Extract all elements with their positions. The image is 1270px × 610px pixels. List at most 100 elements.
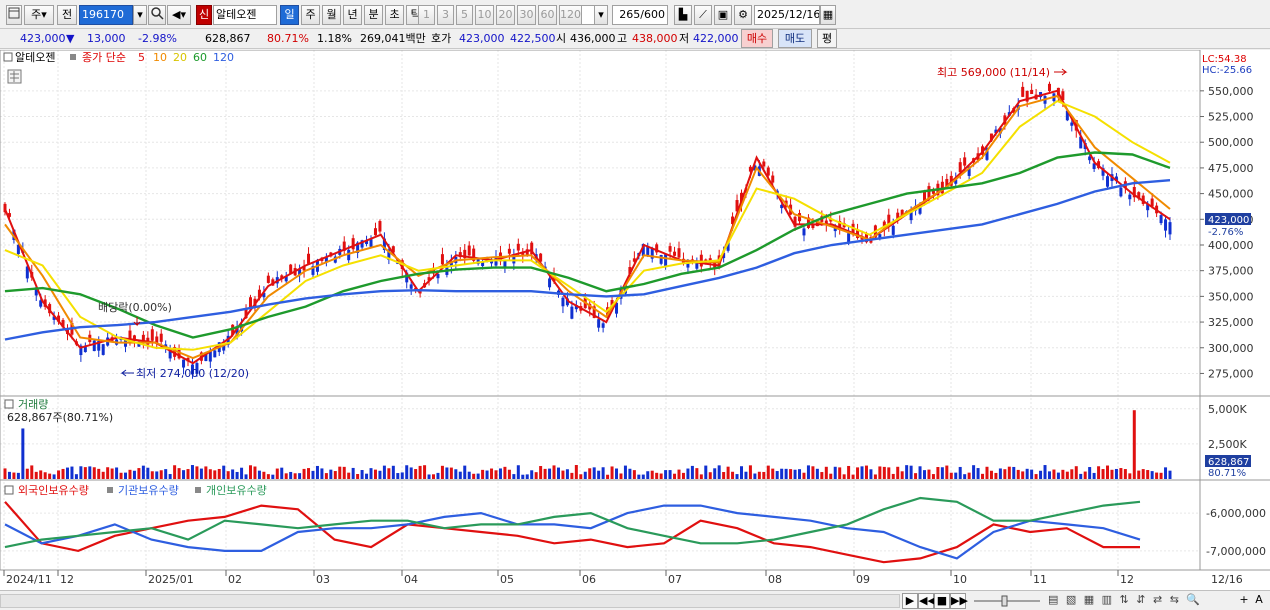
volume-bar (824, 466, 828, 479)
volume-bar (226, 471, 230, 479)
period-week-select[interactable]: 주▾ (24, 5, 54, 25)
volume-bar (972, 465, 976, 479)
zoom-slider[interactable] (972, 593, 1042, 609)
date-input[interactable]: 2025/12/16 (754, 5, 820, 25)
volume-bar (25, 468, 29, 479)
volume-bar (463, 465, 467, 479)
chart-type-icon[interactable]: ▙ (674, 5, 692, 25)
chart-canvas[interactable]: 550,000525,000500,000475,000450,000425,0… (0, 49, 1270, 590)
eval-button[interactable]: 평 (817, 29, 837, 48)
interval-button-5[interactable]: 5 (456, 5, 473, 25)
ma-line-60 (4, 151, 1171, 339)
code-dropdown-icon[interactable]: ▾ (133, 5, 147, 25)
settings-gear-icon[interactable]: ⚙ (734, 5, 752, 25)
volume-bar (900, 471, 904, 479)
candle-body (958, 162, 962, 173)
period-tab-0[interactable]: 일 (280, 5, 299, 25)
stock-chart[interactable]: 550,000525,000500,000475,000450,000425,0… (0, 49, 1270, 590)
volume-bar (673, 473, 677, 479)
legend-bullet-icon (70, 54, 76, 60)
volume-bar (592, 467, 596, 479)
volume-bar (284, 473, 288, 479)
volume-bar (762, 471, 766, 479)
prev-button[interactable]: 전 (57, 5, 77, 25)
interval-button-120[interactable]: 120 (559, 5, 582, 25)
volume-bar (1012, 466, 1016, 479)
font-size-icon[interactable]: A (1252, 593, 1266, 609)
rewind-icon[interactable]: ◀◀ (918, 593, 936, 609)
volume-bar (735, 474, 739, 479)
play-icon[interactable]: ▶ (902, 593, 918, 609)
volume-bar (342, 466, 346, 479)
volume-bar (199, 468, 203, 479)
volume-bar (128, 469, 132, 479)
panel-toggle-icon[interactable] (3, 52, 13, 62)
window-menu-icon[interactable] (6, 5, 22, 25)
volume-bar (1016, 469, 1020, 479)
count-input[interactable]: 265/600 (612, 5, 668, 25)
candle-body (1030, 89, 1034, 94)
volume-panel-toggle-icon[interactable] (4, 399, 14, 409)
interval-button-60[interactable]: 60 (538, 5, 557, 25)
volume-bar (958, 466, 962, 479)
volume-bar (1070, 469, 1074, 479)
volume-bar (539, 466, 543, 479)
horizontal-scrollbar[interactable] (0, 594, 900, 608)
tool-icons[interactable]: ▤ ▧ ▦ ▥ ⇅ ⇵ ⇄ ⇆ 🔍 (1048, 593, 1238, 609)
volume-bar (177, 468, 181, 479)
draw-tool-icon[interactable]: ⟋ (694, 5, 712, 25)
volume-bar (168, 474, 172, 479)
status-bar: ▶ ◀◀ ■ ▶▶ ▤ ▧ ▦ ▥ ⇅ ⇵ ⇄ ⇆ 🔍 + A (0, 590, 1270, 610)
volume-bar (289, 471, 293, 479)
candle-body (762, 161, 766, 167)
volume-bar (423, 465, 427, 479)
buy-button[interactable]: 매수 (741, 29, 773, 48)
ma10-legend: 10 (153, 51, 167, 64)
interval-button-3[interactable]: 3 (437, 5, 454, 25)
volume-bar (851, 474, 855, 479)
ma120-legend: 120 (213, 51, 234, 64)
toolbar: 주▾ 전 196170 ▾ ◀▾ 신 알테오젠 ▾ 265/600 ▙ ⟋ ▣ … (0, 0, 1270, 29)
volume-bar (681, 472, 685, 479)
volume-bar (101, 471, 105, 479)
calendar-icon[interactable]: ▦ (820, 5, 836, 25)
interval-button-10[interactable]: 10 (475, 5, 494, 25)
volume-bar (1003, 469, 1007, 479)
interval-button-30[interactable]: 30 (517, 5, 536, 25)
volume-bar (748, 465, 752, 479)
volume-bar (918, 466, 922, 479)
candle-body (1021, 86, 1025, 97)
volume-bar (92, 467, 96, 479)
sell-button[interactable]: 매도 (778, 29, 812, 48)
speaker-icon[interactable]: ◀▾ (167, 5, 191, 25)
stock-name-field[interactable]: 알테오젠 (213, 5, 277, 25)
period-tab-4[interactable]: 분 (364, 5, 383, 25)
interval-button-20[interactable]: 20 (496, 5, 515, 25)
volume-bar (556, 467, 560, 479)
period-tab-2[interactable]: 월 (322, 5, 341, 25)
volume-bar (963, 474, 967, 479)
period-tab-5[interactable]: 초 (385, 5, 404, 25)
volume-bar (606, 474, 610, 479)
volume-bar (48, 473, 52, 479)
period-tab-1[interactable]: 주 (301, 5, 320, 25)
interval-dropdown-icon[interactable]: ▾ (594, 5, 608, 25)
stock-code-input[interactable]: 196170 (79, 5, 133, 25)
volume-bar (70, 466, 74, 479)
stop-icon[interactable]: ■ (934, 593, 950, 609)
zoom-in-icon[interactable]: + (1238, 593, 1250, 609)
search-icon[interactable] (148, 5, 166, 25)
holdings-panel-toggle-icon[interactable] (4, 485, 14, 495)
month-label: 09 (856, 573, 870, 586)
volume-bar (905, 465, 909, 479)
interval-button-1[interactable]: 1 (418, 5, 435, 25)
dividend-annotation: 배당락(0.00%) (98, 301, 172, 314)
volume-bar (1025, 468, 1029, 479)
period-tab-3[interactable]: 년 (343, 5, 362, 25)
forward-icon[interactable]: ▶▶ (950, 593, 968, 609)
volume-bar (307, 468, 311, 479)
volume-bar (668, 470, 672, 479)
save-icon[interactable]: ▣ (714, 5, 732, 25)
ma-line-120 (4, 179, 1171, 341)
volume-bar (690, 465, 694, 479)
